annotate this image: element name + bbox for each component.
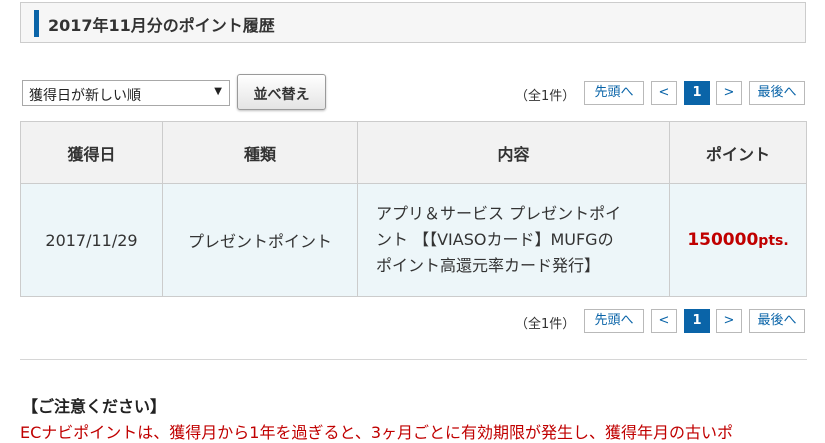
sort-order-select[interactable]: 獲得日が新しい順 ▼ bbox=[22, 80, 230, 106]
table-row: 2017/11/29 プレゼントポイント アプリ＆サービス プレゼントポイ ント… bbox=[20, 183, 807, 297]
row-content-line: ポイント高還元率カード発行】 bbox=[376, 256, 601, 275]
notice-text: ECナビポイントは、獲得月から1年を過ぎると、3ヶ月ごとに有効期限が発生し、獲得… bbox=[20, 423, 734, 442]
points-history-table: 獲得日 種類 内容 ポイント 2017/11/29 プレゼントポイント アプリ＆… bbox=[20, 121, 807, 297]
table-header-row: 獲得日 種類 内容 ポイント bbox=[20, 121, 807, 184]
section-divider bbox=[20, 359, 807, 360]
pager-prev-button[interactable]: < bbox=[651, 81, 677, 105]
sort-button[interactable]: 並べ替え bbox=[237, 74, 326, 110]
row-content-line: ント 【【VIASOカード】MUFGの bbox=[376, 230, 614, 249]
pager-last-button[interactable]: 最後へ bbox=[749, 309, 805, 333]
pager-first-button[interactable]: 先頭へ bbox=[584, 309, 644, 333]
history-title-box: 2017年11月分のポイント履歴 bbox=[20, 2, 806, 43]
sort-button-label: 並べ替え bbox=[253, 87, 310, 103]
pager-total-count: （全1件） bbox=[515, 317, 576, 332]
pagination-bottom: （全1件） 先頭へ < 1 > 最後へ bbox=[515, 309, 805, 334]
row-date: 2017/11/29 bbox=[20, 183, 163, 297]
pager-current-page: 1 bbox=[684, 309, 710, 333]
pager-prev-button[interactable]: < bbox=[651, 309, 677, 333]
pager-next-button[interactable]: > bbox=[716, 309, 742, 333]
row-content: アプリ＆サービス プレゼントポイ ント 【【VIASOカード】MUFGの ポイン… bbox=[357, 183, 670, 297]
pager-total-count: （全1件） bbox=[515, 89, 576, 104]
title-accent-bar bbox=[34, 10, 39, 37]
row-points-value: 150000 bbox=[687, 230, 759, 250]
notice-heading: 【ご注意ください】 bbox=[22, 397, 167, 416]
row-points-unit: pts. bbox=[758, 233, 789, 249]
sort-order-value: 獲得日が新しい順 bbox=[29, 88, 141, 104]
column-header-content: 内容 bbox=[357, 121, 670, 184]
pager-current-page: 1 bbox=[684, 81, 710, 105]
pager-first-button[interactable]: 先頭へ bbox=[584, 81, 644, 105]
pager-next-button[interactable]: > bbox=[716, 81, 742, 105]
row-content-line: アプリ＆サービス プレゼントポイ bbox=[376, 204, 622, 223]
row-type: プレゼントポイント bbox=[162, 183, 358, 297]
pager-last-button[interactable]: 最後へ bbox=[749, 81, 805, 105]
dropdown-arrow-icon: ▼ bbox=[214, 86, 222, 97]
column-header-date: 獲得日 bbox=[20, 121, 163, 184]
column-header-type: 種類 bbox=[162, 121, 358, 184]
pagination-top: （全1件） 先頭へ < 1 > 最後へ bbox=[515, 81, 805, 106]
row-points: 150000pts. bbox=[669, 183, 807, 297]
column-header-points: ポイント bbox=[669, 121, 807, 184]
page-title: 2017年11月分のポイント履歴 bbox=[48, 16, 275, 35]
